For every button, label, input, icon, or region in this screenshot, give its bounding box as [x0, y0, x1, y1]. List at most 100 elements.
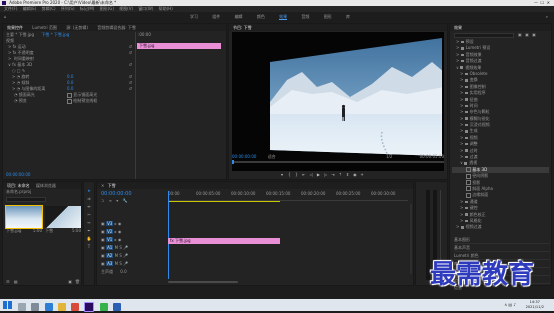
add-marker-button[interactable]: ▾ [279, 172, 285, 178]
browser-icon[interactable] [44, 303, 53, 311]
yuv-icon[interactable]: ▣ [532, 32, 536, 37]
menu-window[interactable]: 窗口(W) [138, 6, 153, 11]
checkbox[interactable] [67, 92, 72, 98]
hand-icon[interactable]: ✋ [84, 236, 94, 241]
program-timecode[interactable]: 00:00:00:00 [232, 154, 256, 159]
export-frame-button[interactable]: ◉ [352, 172, 358, 178]
tab-project[interactable]: 项目: 未命名 [7, 183, 30, 188]
new-item-icon[interactable]: ▣ [68, 279, 72, 285]
go-to-in-button[interactable]: ⇤ [301, 172, 307, 178]
tab-program[interactable]: 节目: 下雪 [233, 25, 252, 30]
sequence-clip-selector[interactable]: 下雪 * 下雪.jpg [41, 32, 69, 37]
linked-selection-icon[interactable]: ∞ [109, 198, 112, 203]
wrench-icon[interactable]: 🔧 [123, 198, 128, 203]
work-area-bar[interactable] [168, 201, 280, 202]
tab-source[interactable]: 源: (无剪辑) [66, 25, 88, 30]
razor-icon[interactable]: ✂ [84, 212, 94, 217]
list-view-icon[interactable]: ☰ [6, 279, 10, 284]
extract-button[interactable]: ⇞ [345, 172, 351, 178]
fit-dropdown[interactable]: 适合 [268, 154, 276, 159]
track-header-master[interactable]: 主声道 0.0 [101, 268, 166, 276]
program-video-frame[interactable] [232, 32, 444, 171]
effects-search[interactable] [454, 33, 514, 38]
settings-button[interactable]: + [359, 172, 365, 178]
lift-button[interactable]: ⇡ [337, 172, 343, 178]
pen-icon[interactable]: ✒ [84, 228, 94, 233]
mark-out-button[interactable]: } [294, 172, 300, 178]
source-clip-selector[interactable]: 主要 * 下雪.jpg [6, 32, 34, 37]
workspace-libraries[interactable]: 库 [346, 14, 350, 19]
tab-sequence[interactable]: 下雪 [108, 183, 116, 188]
tray-icons[interactable]: ∧ ▤ ♪ [504, 299, 516, 311]
workspace-assembly[interactable]: 组件 [212, 14, 220, 19]
snap-icon[interactable]: ⊃ [101, 198, 104, 203]
workspace-learn[interactable]: 学习 [190, 14, 198, 19]
mark-in-button[interactable]: { [286, 172, 292, 178]
menu-file[interactable]: 文件(F) [4, 6, 17, 11]
resolution-dropdown[interactable]: 1/2 [386, 154, 392, 160]
tab-lumetri-scopes[interactable]: Lumetri 范围 [32, 25, 57, 30]
play-button[interactable]: ▶ [315, 172, 321, 178]
trash-icon[interactable]: 🗑 [75, 279, 80, 285]
close-icon[interactable]: ✕ [101, 183, 104, 188]
tree-item[interactable]: > 视频过渡 [452, 224, 549, 230]
32bit-icon[interactable]: ▣ [525, 32, 529, 37]
workspace-editing[interactable]: 编辑 [235, 14, 243, 19]
menu-graphics[interactable]: 图形(G) [100, 6, 114, 11]
panel-essential-graphics[interactable]: 基本图形 [454, 236, 550, 244]
project-search[interactable] [6, 197, 46, 202]
timeline-timecode[interactable]: 00:00:00:00 [101, 191, 132, 197]
file-explorer-icon[interactable] [57, 303, 66, 311]
menu-view[interactable]: 视图(V) [119, 6, 133, 11]
go-to-out-button[interactable]: ⇥ [330, 172, 336, 178]
step-back-button[interactable]: ◁ [308, 172, 314, 178]
workspace-color[interactable]: 颜色 [257, 14, 265, 19]
windows-start-icon[interactable] [3, 301, 12, 309]
menu-help[interactable]: 帮助(H) [159, 6, 173, 11]
type-icon[interactable]: T [84, 244, 94, 249]
timeline-scrollbar-v[interactable] [410, 204, 412, 274]
timeline-scrollbar-h[interactable] [168, 281, 238, 283]
accelerated-icon[interactable]: ▣ [518, 32, 522, 37]
step-forward-button[interactable]: ▷ [323, 172, 329, 178]
workspace-effects[interactable]: 效果 [279, 14, 288, 20]
project-item[interactable]: 下雪 5:00 [45, 206, 81, 236]
program-scrubber[interactable] [232, 161, 444, 163]
track-header-v3[interactable]: ▣ V3 ▸ ◉ [101, 220, 166, 228]
wechat-icon[interactable] [99, 303, 108, 311]
home-icon[interactable]: ⌂ [4, 12, 7, 22]
timeline-playhead[interactable] [168, 191, 169, 279]
search-icon[interactable] [18, 303, 26, 311]
track-header-a1[interactable]: ▣ A1 M S 🎤 [101, 244, 166, 252]
tab-effects[interactable]: 效果 [454, 25, 462, 30]
tab-effect-controls[interactable]: 效果控件 [7, 25, 23, 30]
track-select-icon[interactable]: ⇉ [84, 196, 94, 201]
slip-icon[interactable]: ↔ [84, 220, 94, 225]
icon-view-icon[interactable]: ▦ [14, 279, 18, 284]
selection-tool-icon[interactable]: ➤ [84, 188, 94, 193]
word-icon[interactable] [112, 303, 121, 311]
track-header-a2[interactable]: ▣ A2 M S 🎤 [101, 252, 166, 260]
track-header-a3[interactable]: ▣ A3 M S 🎤 [101, 260, 166, 268]
add-marker-icon[interactable]: ▾ [116, 198, 118, 203]
track-header-v1[interactable]: ▣ V1 ▸ ◉ [101, 236, 166, 244]
chrome-icon[interactable] [71, 303, 80, 311]
menu-sequence[interactable]: 序列(S) [61, 6, 75, 11]
clock[interactable]: 14:37 2021/11/2 [526, 299, 544, 310]
project-item[interactable]: 下雪.jpg 5:00 [5, 205, 43, 236]
timeline-clip[interactable]: fx 下雪.jpg [168, 238, 280, 244]
ripple-edit-icon[interactable]: ⇹ [84, 204, 94, 209]
workspace-audio[interactable]: 音频 [301, 14, 309, 19]
mini-timeline-clip[interactable]: 下雪.jpg [137, 43, 221, 49]
timeline-ruler[interactable]: 00:00 00:00:05:00 00:00:10:00 00:00:15:0… [168, 191, 408, 201]
checkbox[interactable] [67, 98, 72, 104]
menu-marker[interactable]: 标记(M) [80, 6, 95, 11]
property-row[interactable]: ◔ 预览 绘制预览线框 [3, 98, 135, 104]
effect-controls-timecode[interactable]: 00:00:00:00 [6, 172, 30, 177]
tab-audio-clip-mixer[interactable]: 音频剪辑混合器: 下雪 [97, 25, 136, 30]
tab-media-browser[interactable]: 媒体浏览器 [36, 183, 56, 188]
task-view-icon[interactable] [31, 303, 40, 311]
track-header-v2[interactable]: ▣ V2 ▸ ◉ [101, 228, 166, 236]
playhead-marker[interactable] [232, 160, 234, 164]
panel-essential-sound[interactable]: 基本声音 [454, 244, 550, 252]
